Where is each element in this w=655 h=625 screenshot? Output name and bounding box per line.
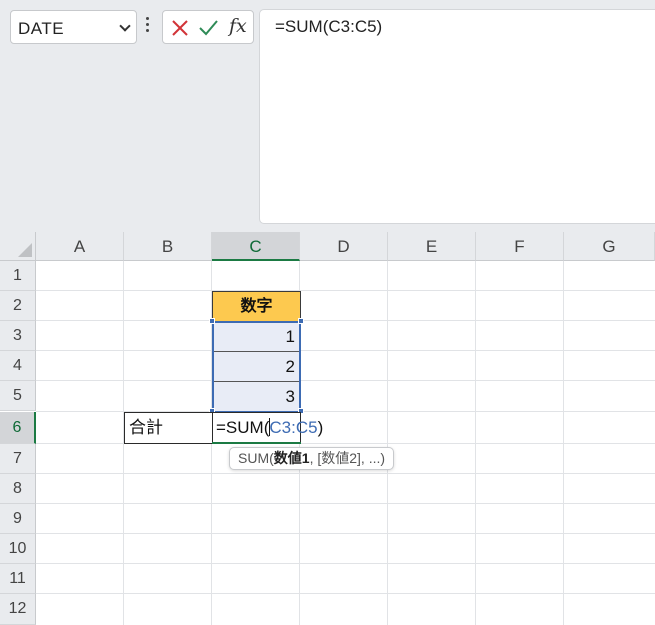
row-header-12[interactable]: 12 (0, 594, 36, 625)
chevron-down-icon[interactable] (119, 20, 131, 32)
cell-c2[interactable]: 数字 (212, 291, 301, 322)
row-header-1[interactable]: 1 (0, 261, 36, 291)
tooltip-func: SUM( (238, 450, 274, 466)
edit-range-ref: C3:C5 (269, 418, 318, 437)
range-handle[interactable] (298, 318, 304, 324)
row-header-2[interactable]: 2 (0, 291, 36, 321)
cell-edit-text[interactable]: =SUM(C3:C5) (216, 418, 323, 438)
column-header-f[interactable]: F (476, 232, 564, 261)
column-header-d[interactable]: D (300, 232, 388, 261)
column-header-e[interactable]: E (388, 232, 476, 261)
cell-c4[interactable]: 2 (212, 352, 301, 382)
function-tooltip[interactable]: SUM(数値1, [数値2], ...) (229, 447, 395, 470)
formula-bar: DATE fx =SUM(C3:C5) (0, 0, 655, 232)
select-all-button[interactable] (0, 232, 36, 261)
range-handle[interactable] (209, 318, 215, 324)
formula-text: =SUM(C3:C5) (275, 17, 383, 36)
name-box[interactable]: DATE (10, 10, 137, 44)
column-header-c[interactable]: C (212, 232, 300, 261)
column-header-b[interactable]: B (124, 232, 212, 261)
select-all-icon (18, 243, 32, 257)
enter-icon[interactable] (198, 18, 218, 38)
column-header-a[interactable]: A (36, 232, 124, 261)
gridline (563, 261, 564, 625)
column-header-g[interactable]: G (564, 232, 655, 261)
row-header-8[interactable]: 8 (0, 474, 36, 504)
row-header-10[interactable]: 10 (0, 534, 36, 564)
row-header-6[interactable]: 6 (0, 412, 36, 444)
cell-c3[interactable]: 1 (212, 322, 301, 352)
formula-input[interactable]: =SUM(C3:C5) (259, 9, 655, 224)
more-options-icon[interactable] (146, 17, 150, 37)
row-header-7[interactable]: 7 (0, 444, 36, 474)
row-header-3[interactable]: 3 (0, 321, 36, 351)
name-box-value: DATE (18, 19, 65, 38)
tooltip-arg1: 数値1 (273, 450, 310, 466)
formula-actions: fx (162, 10, 254, 44)
row-header-9[interactable]: 9 (0, 504, 36, 534)
gridline (475, 261, 476, 625)
row-header-5[interactable]: 5 (0, 381, 36, 411)
cell-c5[interactable]: 3 (212, 382, 301, 412)
edit-suffix: ) (317, 418, 324, 437)
cell-b6[interactable]: 合計 (124, 412, 213, 444)
cancel-icon[interactable] (170, 18, 190, 38)
gridline (387, 261, 388, 625)
insert-function-icon[interactable]: fx (229, 15, 247, 37)
edit-prefix: =SUM( (216, 418, 270, 437)
row-header-4[interactable]: 4 (0, 351, 36, 381)
row-header-11[interactable]: 11 (0, 564, 36, 594)
worksheet-grid[interactable]: A B C D E F G 1 2 3 4 5 6 7 8 9 10 11 12 (0, 232, 655, 625)
spreadsheet-window: DATE fx =SUM(C3:C5) A B C D E F G 1 2 3 … (0, 0, 655, 625)
tooltip-rest: , [数値2], ...) (309, 450, 386, 466)
